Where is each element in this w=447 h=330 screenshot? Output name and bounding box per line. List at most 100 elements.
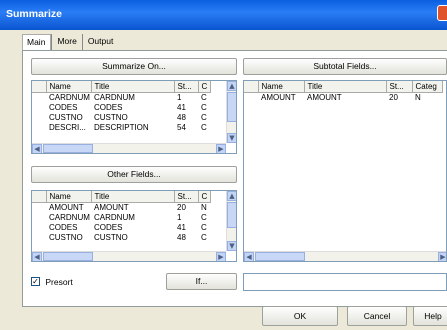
summarize-on-grid[interactable]: Name Title St... C CARDNUM CARDNUM 1 C CODE… (31, 80, 237, 154)
horizontal-scrollbar[interactable]: ◀ ▶ (244, 251, 446, 261)
scroll-down-icon[interactable]: ▼ (227, 133, 236, 143)
column-header[interactable]: Name (46, 81, 92, 93)
subtotal-fields-grid[interactable]: Name Title St... Categ AMOUNT AMOUNT 20 N ◀… (243, 80, 447, 262)
table-cell: AMOUNT (49, 202, 84, 212)
tab-output[interactable]: Output (81, 34, 119, 50)
title-bar: Summarize (0, 0, 447, 30)
table-cell: 41 (177, 222, 186, 232)
horizontal-scrollbar[interactable]: ◀ ▶ (32, 251, 226, 261)
table-row[interactable]: CUSTNO CUSTNO 48 C (32, 112, 210, 122)
column-header[interactable]: Title (304, 81, 387, 93)
scroll-down-icon[interactable]: ▼ (227, 241, 236, 251)
table-cell: CUSTNO (94, 232, 128, 242)
checkmark-icon[interactable]: ✓ (31, 277, 40, 287)
column-header[interactable]: St... (174, 191, 199, 203)
column-header[interactable]: Name (46, 191, 92, 203)
table-cell: N (415, 92, 421, 102)
column-header[interactable]: St... (174, 81, 199, 93)
column-header[interactable]: C (198, 191, 211, 203)
table-cell: 48 (177, 112, 186, 122)
if-button[interactable]: If... (166, 273, 237, 290)
summarize-on-button[interactable]: Summarize On... (31, 58, 237, 75)
table-row[interactable]: CODES CODES 41 C (32, 222, 210, 232)
scroll-thumb[interactable] (227, 202, 236, 228)
table-cell: CARDNUM (49, 92, 90, 102)
row-selector-header (32, 81, 47, 93)
scroll-up-icon[interactable]: ▲ (227, 191, 236, 201)
table-cell: N (201, 202, 207, 212)
table-cell: C (201, 122, 207, 132)
table-cell: CODES (94, 102, 123, 112)
table-cell: AMOUNT (307, 92, 342, 102)
table-row[interactable]: CUSTNO CUSTNO 48 C (32, 232, 210, 242)
table-cell: CUSTNO (49, 112, 83, 122)
other-fields-grid[interactable]: Name Title St... C AMOUNT AMOUNT 20 N CARDN… (31, 190, 237, 262)
table-row[interactable]: DESCRI... DESCRIPTION 54 C (32, 122, 210, 132)
presort-label: Presort (45, 276, 73, 287)
table-cell: CODES (49, 102, 78, 112)
table-cell: 48 (177, 232, 186, 242)
scroll-left-icon[interactable]: ◀ (32, 252, 42, 261)
table-cell: CUSTNO (49, 232, 83, 242)
table-cell: C (201, 232, 207, 242)
scroll-right-icon[interactable]: ▶ (216, 252, 226, 261)
table-cell: C (201, 112, 207, 122)
table-row[interactable]: AMOUNT AMOUNT 20 N (32, 202, 210, 212)
row-selector-header (32, 191, 47, 203)
table-cell: 20 (177, 202, 186, 212)
table-cell: 20 (389, 92, 398, 102)
table-cell: DESCRIPTION (94, 122, 149, 132)
presort-checkbox[interactable]: ✓ Presort (31, 276, 73, 287)
table-row[interactable]: AMOUNT AMOUNT 20 N (244, 92, 442, 102)
column-header[interactable]: Name (258, 81, 305, 93)
table-cell: 1 (177, 212, 182, 222)
scroll-left-icon[interactable]: ◀ (244, 252, 254, 261)
subtotal-fields-button[interactable]: Subtotal Fields... (243, 58, 447, 75)
cancel-button[interactable]: Cancel (347, 306, 407, 326)
table-cell: CARDNUM (94, 92, 135, 102)
help-button[interactable]: Help (413, 306, 447, 326)
if-expression-field[interactable] (243, 273, 447, 291)
other-fields-button[interactable]: Other Fields... (31, 166, 237, 183)
table-row[interactable]: CODES CODES 41 C (32, 102, 210, 112)
column-header[interactable]: C (198, 81, 211, 93)
scroll-right-icon[interactable]: ▶ (216, 144, 226, 153)
horizontal-scrollbar[interactable]: ◀ ▶ (32, 143, 226, 153)
window-title: Summarize (6, 8, 63, 20)
column-header[interactable]: Title (91, 81, 175, 93)
tab-more[interactable]: More (51, 34, 81, 50)
table-cell: CODES (49, 222, 78, 232)
close-icon[interactable] (437, 5, 447, 21)
table-cell: AMOUNT (94, 202, 129, 212)
scroll-thumb[interactable] (255, 252, 305, 261)
table-cell: AMOUNT (261, 92, 296, 102)
table-row[interactable]: CARDNUM CARDNUM 1 C (32, 212, 210, 222)
column-header[interactable]: Title (91, 191, 175, 203)
scroll-left-icon[interactable]: ◀ (32, 144, 42, 153)
tab-main[interactable]: Main (22, 34, 52, 50)
scroll-thumb[interactable] (227, 92, 236, 122)
table-cell: C (201, 222, 207, 232)
tab-strip: Main More Output (22, 34, 118, 50)
table-cell: 1 (177, 92, 182, 102)
table-cell: DESCRI... (49, 122, 86, 132)
column-header[interactable]: Categ (412, 81, 443, 93)
table-cell: CARDNUM (94, 212, 135, 222)
scroll-thumb[interactable] (43, 144, 93, 153)
table-cell: C (201, 102, 207, 112)
column-header[interactable]: St... (386, 81, 413, 93)
table-cell: 41 (177, 102, 186, 112)
ok-button[interactable]: OK (262, 306, 338, 326)
scroll-thumb[interactable] (43, 252, 93, 261)
vertical-scrollbar[interactable]: ▲ ▼ (226, 81, 236, 143)
table-cell: CARDNUM (49, 212, 90, 222)
scroll-up-icon[interactable]: ▲ (227, 81, 236, 91)
scroll-right-icon[interactable]: ▶ (438, 252, 446, 261)
vertical-scrollbar[interactable]: ▲ ▼ (226, 191, 236, 251)
table-row[interactable]: CARDNUM CARDNUM 1 C (32, 92, 210, 102)
table-cell: C (201, 92, 207, 102)
table-cell: 54 (177, 122, 186, 132)
row-selector-header (244, 81, 259, 93)
table-cell: CUSTNO (94, 112, 128, 122)
table-cell: C (201, 212, 207, 222)
